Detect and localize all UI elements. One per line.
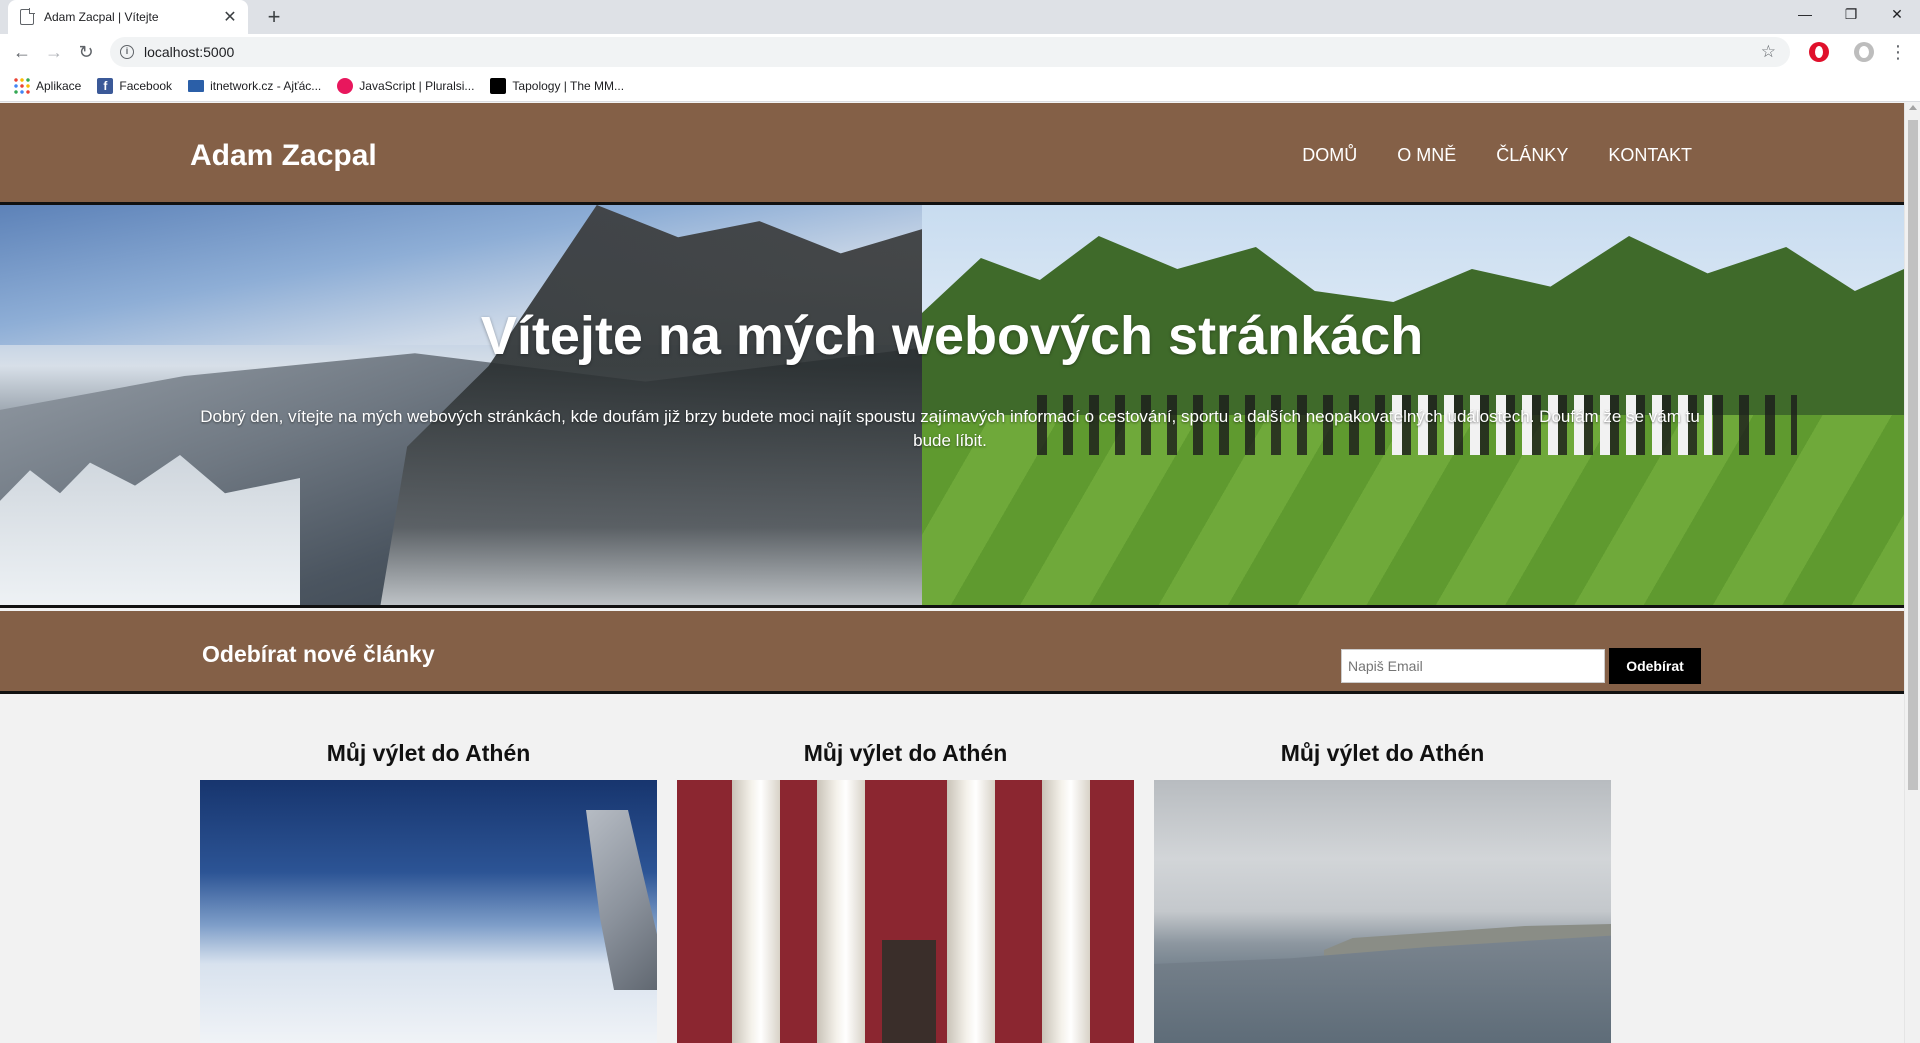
url-text[interactable]: localhost:5000 (144, 44, 1761, 60)
bookmark-label: Aplikace (36, 78, 82, 93)
page-scrollbar[interactable] (1904, 103, 1920, 1043)
pluralsight-icon (337, 77, 354, 94)
bookmark-star-icon[interactable]: ☆ (1761, 42, 1776, 62)
bookmark-itnetwork[interactable]: itnetwork.cz - Ajťác... (188, 79, 321, 93)
article-image-coast[interactable] (1154, 780, 1611, 1043)
tab-title: Adam Zacpal | Vítejte (44, 10, 159, 24)
hero-title: Vítejte na mých webových stránkách (480, 306, 1424, 366)
apps-grid-icon (14, 77, 30, 94)
article-card[interactable]: Můj výlet do Athén (200, 697, 657, 1043)
restore-button[interactable]: ❐ (1828, 0, 1874, 30)
close-window-button[interactable]: ✕ (1874, 0, 1920, 30)
subscribe-title: Odebírat nové články (202, 641, 435, 667)
tapology-icon (490, 77, 507, 94)
site-header: Adam Zacpal DOMŮ O MNĚ ČLÁNKY KONTAKT (0, 103, 1904, 205)
bookmark-facebook[interactable]: f Facebook (97, 77, 173, 94)
articles-section: Můj výlet do Athén Můj výlet do Athén Mů… (0, 697, 1904, 1043)
opera-extension-icon[interactable] (1809, 42, 1829, 62)
forward-button[interactable]: → (40, 38, 68, 66)
back-button[interactable]: ← (8, 38, 36, 66)
nav-home[interactable]: DOMŮ (1302, 145, 1357, 166)
browser-chrome: Adam Zacpal | Vítejte ✕ + — ❐ ✕ ← → ↻ i … (0, 0, 1920, 102)
article-card[interactable]: Můj výlet do Athén (1154, 697, 1611, 1043)
bookmark-label: Facebook (119, 78, 173, 93)
web-page: Adam Zacpal DOMŮ O MNĚ ČLÁNKY KONTAKT Ví… (0, 103, 1904, 1043)
nav-articles[interactable]: ČLÁNKY (1496, 145, 1568, 166)
article-title[interactable]: Můj výlet do Athén (1154, 740, 1611, 767)
laptop-icon (188, 79, 205, 92)
article-image-columns[interactable] (677, 780, 1134, 1043)
info-icon[interactable]: i (120, 45, 134, 59)
window-controls: — ❐ ✕ (1782, 0, 1920, 30)
article-image-airplane-wing[interactable] (200, 780, 657, 1043)
nav-about[interactable]: O MNĚ (1397, 145, 1456, 166)
bookmark-tapology[interactable]: Tapology | The MM... (490, 77, 625, 94)
browser-tab[interactable]: Adam Zacpal | Vítejte ✕ (8, 0, 248, 34)
new-tab-button[interactable]: + (260, 4, 288, 32)
hero-text: Dobrý den, vítejte na mých webových strá… (200, 407, 1700, 450)
address-bar[interactable]: i localhost:5000 ☆ (110, 37, 1790, 67)
bookmarks-bar: Aplikace f Facebook itnetwork.cz - Ajťác… (0, 70, 1920, 102)
scrollbar-thumb[interactable] (1908, 120, 1918, 790)
scroll-up-arrow-icon[interactable] (1909, 105, 1917, 110)
bookmark-pluralsight[interactable]: JavaScript | Pluralsi... (337, 77, 475, 94)
article-title[interactable]: Můj výlet do Athén (200, 740, 657, 767)
reload-button[interactable]: ↻ (72, 38, 100, 66)
browser-menu-icon[interactable]: ⋮ (1888, 38, 1908, 66)
subscribe-button[interactable]: Odebírat (1609, 648, 1701, 684)
hero-section: Vítejte na mých webových stránkách Dobrý… (0, 205, 1904, 608)
bookmark-label: itnetwork.cz - Ajťác... (210, 78, 322, 93)
tab-strip: Adam Zacpal | Vítejte ✕ + — ❐ ✕ (0, 0, 1920, 34)
article-card[interactable]: Můj výlet do Athén (677, 697, 1134, 1043)
nav-contact[interactable]: KONTAKT (1608, 145, 1692, 166)
article-title[interactable]: Můj výlet do Athén (677, 740, 1134, 767)
close-tab-icon[interactable]: ✕ (222, 7, 238, 27)
facebook-icon: f (97, 77, 114, 94)
subscribe-section: Odebírat nové články Odebírat (0, 611, 1904, 694)
main-nav: DOMŮ O MNĚ ČLÁNKY KONTAKT (1302, 145, 1692, 166)
bookmark-apps[interactable]: Aplikace (14, 77, 82, 94)
browser-toolbar: ← → ↻ i localhost:5000 ☆ ⋮ (0, 34, 1920, 70)
site-logo[interactable]: Adam Zacpal (190, 139, 377, 173)
bookmark-label: Tapology | The MM... (512, 78, 625, 93)
minimize-button[interactable]: — (1782, 0, 1828, 30)
email-input[interactable] (1341, 649, 1605, 683)
bookmark-label: JavaScript | Pluralsi... (359, 78, 475, 93)
page-icon (20, 8, 35, 25)
profile-icon[interactable] (1854, 42, 1874, 62)
